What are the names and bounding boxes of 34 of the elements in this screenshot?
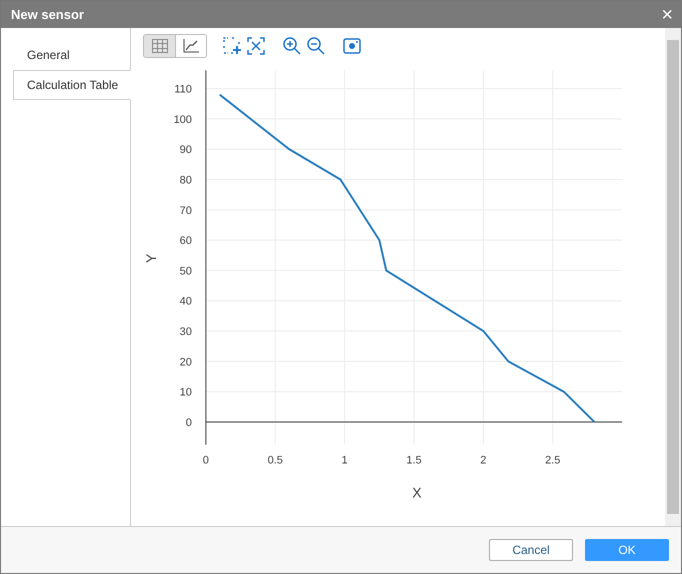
camera-icon[interactable]	[343, 37, 361, 55]
x-tick-label: 2	[480, 454, 486, 467]
scrollbar[interactable]	[665, 28, 681, 526]
reset-zoom-icon[interactable]	[247, 37, 265, 55]
y-tick-label: 20	[180, 356, 192, 368]
y-tick-label: 0	[186, 416, 192, 429]
y-tick-label: 80	[180, 174, 192, 187]
y-tick-label: 30	[180, 326, 192, 338]
cancel-button[interactable]: Cancel	[489, 539, 573, 561]
x-tick-label: 0.5	[268, 454, 283, 467]
x-tick-label: 1	[342, 454, 348, 467]
y-tick-label: 90	[180, 144, 192, 156]
y-tick-label: 10	[180, 386, 192, 399]
view-toggle-button[interactable]	[144, 35, 175, 57]
view-toggle-button[interactable]	[175, 35, 206, 57]
y-tick-label: 70	[180, 204, 192, 217]
x-tick-label: 1.5	[406, 454, 422, 467]
y-axis-title: Y	[142, 254, 159, 263]
x-tick-label: 0	[202, 454, 209, 467]
window-title: New sensor	[11, 7, 84, 22]
y-tick-label: 110	[174, 84, 192, 96]
y-tick-label: 50	[180, 265, 192, 278]
box-zoom-icon[interactable]	[223, 37, 241, 55]
y-tick-label: 100	[174, 114, 192, 126]
close-button[interactable]: ×	[661, 4, 673, 24]
x-axis-title: X	[412, 484, 422, 501]
y-tick-label: 40	[180, 296, 192, 308]
tab[interactable]: Calculation Table	[13, 70, 131, 100]
line-chart-icon	[183, 39, 199, 53]
grid-icon	[152, 39, 168, 53]
y-tick-label: 60	[180, 235, 192, 248]
zoom-out-icon[interactable]	[307, 37, 325, 55]
zoom-in-icon[interactable]	[283, 37, 301, 55]
x-tick-label: 2.5	[545, 454, 560, 467]
